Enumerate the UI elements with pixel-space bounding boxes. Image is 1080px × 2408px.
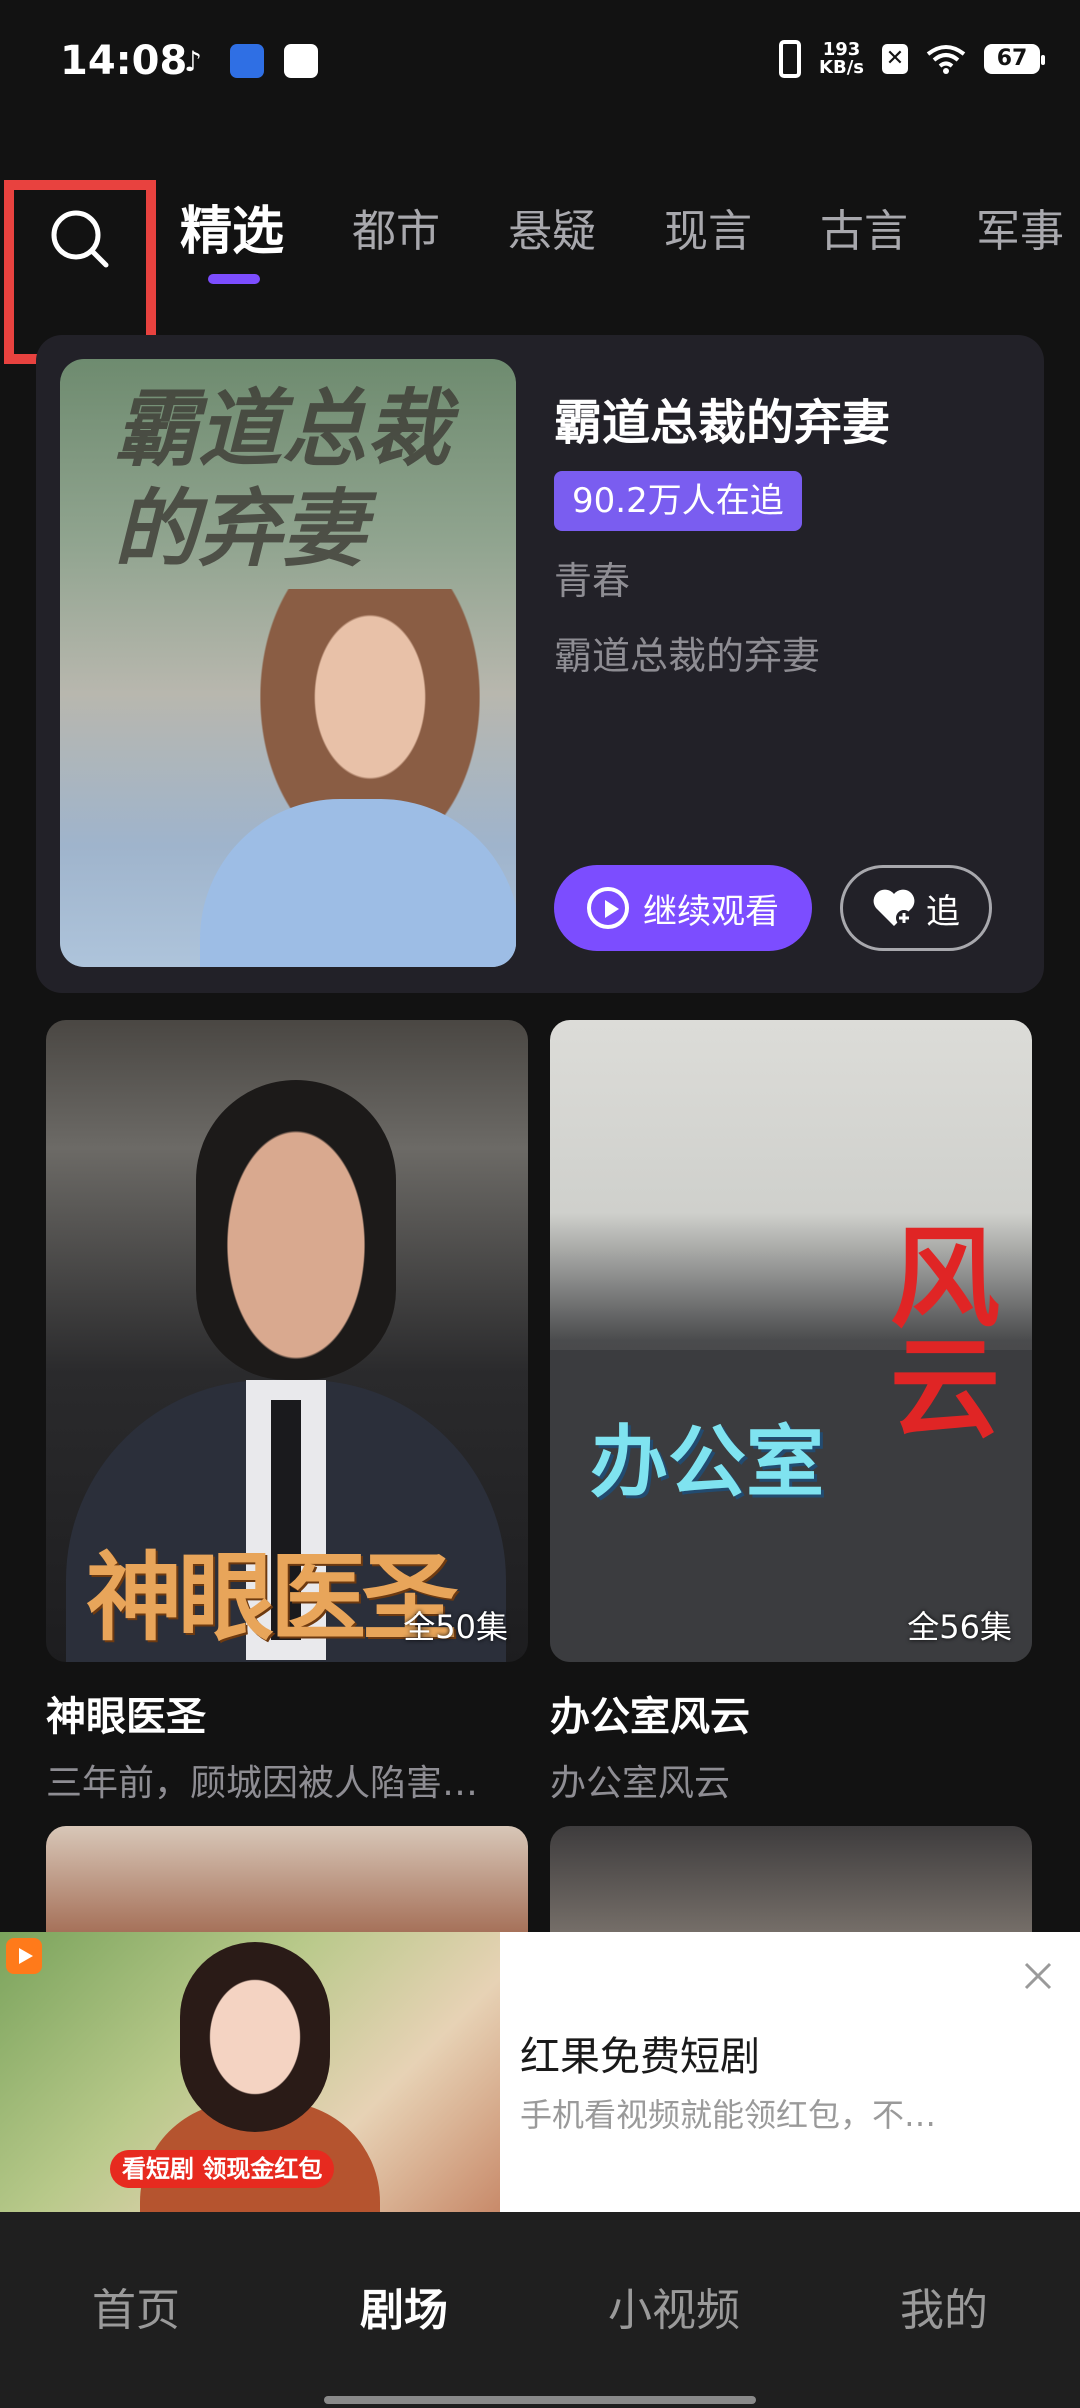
drama-card-partial[interactable] (550, 1826, 1032, 1936)
continue-watching-label: 继续观看 (643, 891, 779, 932)
episode-count: 全50集 (403, 1608, 508, 1646)
featured-description: 霸道总裁的弃妻 (554, 634, 821, 678)
tab-ancient-romance[interactable]: 古言 (820, 200, 908, 264)
vibrate-icon (779, 40, 802, 78)
follow-button[interactable]: 追 (840, 865, 992, 951)
category-tabs: 精选 都市 悬疑 现言 古言 军事 (180, 200, 1080, 284)
heart-icon (873, 889, 915, 926)
poster-title-art: 霸道总裁的弃妻 (114, 379, 451, 578)
nav-profile[interactable]: 我的 (900, 2274, 988, 2338)
notification-icons: ♪ (176, 44, 318, 78)
browser-app-icon (230, 44, 264, 78)
poster-title-art: 神眼医圣 (86, 1542, 458, 1654)
app-logo-icon (6, 1938, 42, 1974)
tab-city[interactable]: 都市 (352, 200, 440, 264)
close-icon[interactable] (1020, 1958, 1056, 1994)
nav-short-video[interactable]: 小视频 (608, 2274, 740, 2338)
episode-count: 全56集 (907, 1608, 1012, 1646)
drama-card[interactable]: 神眼医圣 全50集 神眼医圣 三年前，顾城因被人陷害… (46, 1020, 528, 1806)
wifi-icon (926, 45, 966, 74)
drama-card[interactable]: 办公室 风云 全56集 办公室风云 办公室风云 (550, 1020, 1032, 1806)
drama-title: 神眼医圣 (46, 1694, 206, 1740)
tab-military[interactable]: 军事 (976, 200, 1064, 264)
follow-label: 追 (926, 891, 960, 932)
close-box-icon: ✕ (882, 44, 908, 74)
status-bar: 14:08 ♪ 193 KB/s ✕ 67 (0, 0, 1080, 130)
tab-featured[interactable]: 精选 (180, 200, 285, 284)
home-indicator[interactable] (324, 2396, 756, 2404)
ad-title: 红果免费短剧 (520, 2034, 760, 2080)
poster-title-art: 办公室 (590, 1418, 825, 1508)
tiktok-icon: ♪ (184, 44, 202, 78)
drama-title: 办公室风云 (550, 1694, 750, 1740)
continue-watching-button[interactable]: 继续观看 (554, 865, 812, 951)
system-icons: 193 KB/s ✕ 67 (779, 40, 1045, 78)
tab-suspense[interactable]: 悬疑 (508, 200, 596, 264)
drama-description: 三年前，顾城因被人陷害… (46, 1763, 479, 1804)
featured-drama-card[interactable]: 霸道总裁的弃妻 霸道总裁的弃妻 90.2万人在追 青春 霸道总裁的弃妻 继续观看… (36, 335, 1044, 993)
drama-description: 办公室风云 (550, 1763, 731, 1804)
ad-description: 手机看视频就能领红包，不… (520, 2096, 937, 2134)
ad-banner[interactable]: 看短剧 领现金红包 红果免费短剧 手机看视频就能领红包，不… (0, 1932, 1080, 2212)
nav-home[interactable]: 首页 (92, 2274, 180, 2338)
bottom-navigation: 首页 剧场 小视频 我的 (0, 2212, 1080, 2408)
battery-icon: 67 (984, 44, 1045, 74)
poster-title-art: 风云 (871, 1220, 999, 1440)
drama-card-partial[interactable] (46, 1826, 528, 1936)
nav-theater[interactable]: 剧场 (360, 2274, 448, 2338)
network-speed: 193 KB/s (819, 41, 864, 77)
ad-image[interactable]: 看短剧 领现金红包 (0, 1932, 500, 2212)
featured-poster[interactable]: 霸道总裁的弃妻 (60, 359, 516, 967)
tab-modern-romance[interactable]: 现言 (664, 200, 752, 264)
poster-figure (196, 1080, 396, 1380)
drama-poster[interactable]: 办公室 风云 全56集 (550, 1020, 1032, 1662)
mail-app-icon (284, 44, 318, 78)
play-icon (587, 887, 629, 929)
drama-poster[interactable]: 神眼医圣 全50集 (46, 1020, 528, 1662)
search-icon (51, 210, 109, 268)
ad-figure (180, 1942, 330, 2132)
network-speed-unit: KB/s (819, 57, 864, 78)
followers-badge: 90.2万人在追 (554, 471, 802, 531)
featured-genre: 青春 (554, 559, 631, 603)
status-time: 14:08 (60, 38, 188, 84)
tab-indicator (208, 274, 260, 284)
tab-label: 精选 (180, 202, 285, 262)
featured-title: 霸道总裁的弃妻 (554, 395, 891, 451)
ad-promo-label: 看短剧 领现金红包 (110, 2150, 335, 2188)
